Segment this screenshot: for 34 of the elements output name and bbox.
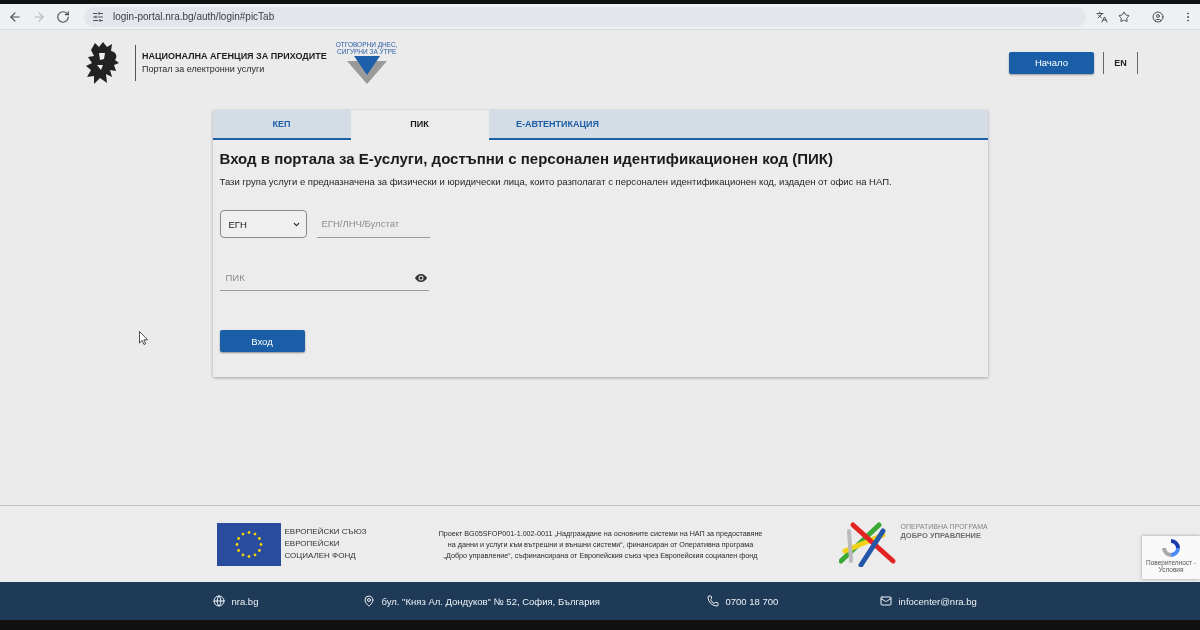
- login-tab[interactable]: Е-АВТЕНТИКАЦИЯ: [488, 110, 627, 140]
- eu-flag-icon: [216, 522, 281, 566]
- eye-icon[interactable]: [414, 274, 427, 282]
- star-icon[interactable]: [1118, 10, 1130, 23]
- agency-name: НАЦИОНАЛНА АГЕНЦИЯ ЗА ПРИХОДИТЕ: [142, 51, 327, 61]
- portal-name: Портал за електронни услуги: [142, 64, 266, 74]
- profile-icon[interactable]: [1152, 10, 1164, 23]
- address-bar[interactable]: login-portal.nra.bg/auth/login#picTab: [84, 6, 1086, 27]
- reload-icon[interactable]: [56, 9, 70, 24]
- sliders-icon[interactable]: [92, 10, 104, 23]
- mouse-pointer-icon: [139, 331, 148, 345]
- phone-icon: [706, 595, 719, 607]
- contact-text: nra.bg: [231, 595, 259, 607]
- home-button[interactable]: Начало: [1009, 51, 1094, 74]
- map-pin-icon: [362, 595, 375, 607]
- contact-text: бул. "Княз Ал. Дондуков" № 52, София, България: [381, 595, 600, 607]
- contact-text: 0700 18 700: [725, 595, 779, 607]
- mail-icon: [879, 595, 892, 607]
- login-button[interactable]: Вход: [219, 330, 305, 352]
- ring-icon: [1162, 539, 1180, 557]
- contact-text: infocenter@nra.bg: [898, 595, 977, 607]
- triangle-logo-icon: [346, 56, 387, 84]
- programme-logo-icon: [838, 521, 897, 567]
- eu-fund-label: ЕВРОПЕЙСКИ СЪЮЗ ЕВРОПЕЙСКИ СОЦИАЛЕН ФОНД: [284, 526, 367, 562]
- globe-icon: [212, 595, 225, 607]
- login-title: Вход в портала за Е-услуги, достъпни с персонален идентификационен код (ПИК): [219, 149, 833, 169]
- language-button[interactable]: EN: [1103, 51, 1138, 74]
- id-type-select[interactable]: ЕГН: [219, 210, 307, 238]
- translate-icon[interactable]: [1096, 10, 1108, 23]
- login-tab[interactable]: ПИК: [350, 110, 489, 140]
- login-description: Тази група услуги е предназначена за физически и юридически лица, които разполагат с персонален идентификационен код, издаден от офис на НАП.: [219, 175, 892, 189]
- emblem-icon: [85, 40, 121, 85]
- id-number-field[interactable]: ЕГН/ЛНЧ/Булстат: [316, 210, 430, 238]
- login-tab[interactable]: КЕП: [212, 110, 351, 140]
